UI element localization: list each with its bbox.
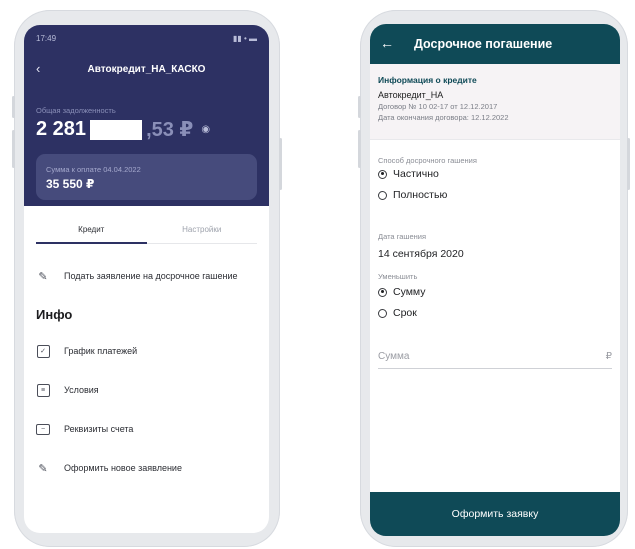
loan-tabs: Кредит Настройки <box>36 225 257 244</box>
menu-label: Оформить новое заявление <box>64 463 182 473</box>
radio-label: Сумму <box>393 286 426 298</box>
radio-selected-icon <box>378 287 387 297</box>
menu-label: График платежей <box>64 346 138 356</box>
submit-button[interactable]: Оформить заявку <box>370 492 620 536</box>
info-heading: Инфо <box>36 307 73 322</box>
redacted-block <box>90 119 143 140</box>
total-debt-label: Общая задолженность <box>36 106 116 115</box>
menu-item-account-details[interactable]: − Реквизиты счета <box>36 422 261 436</box>
card-icon: − <box>36 422 50 436</box>
contract-number: Договор № 10 02-17 от 12.12.2017 <box>378 102 498 111</box>
debt-main: 2 281 <box>36 118 87 140</box>
radio-reduce-amount[interactable]: Сумму <box>378 286 426 298</box>
calendar-check-icon: ✓ <box>36 344 50 358</box>
status-bar: 17:49 ▮▮ • ▬ <box>36 34 257 43</box>
payment-due-label: Сумма к оплате 04.04.2022 <box>46 165 141 174</box>
phone-side-button <box>12 130 15 168</box>
total-debt-amount: 2 281 ,53 ₽ ◉ <box>36 117 210 142</box>
debt-cents: ,53 ₽ <box>146 119 194 141</box>
credit-info-heading: Информация о кредите <box>378 75 477 85</box>
menu-item-terms[interactable]: ≡ Условия <box>36 383 261 397</box>
pencil-icon: ✎ <box>38 270 48 283</box>
credit-name: Автокредит_НА <box>378 90 444 100</box>
back-arrow-icon[interactable]: ← <box>380 35 394 51</box>
early-repayment-screen: ← Досрочное погашение Информация о креди… <box>370 24 620 536</box>
phone-side-button <box>627 138 630 190</box>
left-phone-frame: 17:49 ▮▮ • ▬ ‹ Автокредит_НА_КАСКО Общая… <box>12 10 282 547</box>
radio-partial[interactable]: Частично <box>378 168 439 180</box>
radio-selected-icon <box>378 169 387 179</box>
amount-input[interactable]: Сумма ₽ <box>378 344 612 369</box>
credit-info-block: Информация о кредите Автокредит_НА Догов… <box>370 64 620 140</box>
menu-label: Условия <box>64 385 99 395</box>
tab-credit[interactable]: Кредит <box>36 225 147 244</box>
amount-placeholder: Сумма <box>378 350 410 362</box>
loan-header: 17:49 ▮▮ • ▬ ‹ Автокредит_НА_КАСКО Общая… <box>24 25 269 206</box>
contract-end-date: Дата окончания договора: 12.12.2022 <box>378 113 509 122</box>
app-bar: ← Досрочное погашение <box>370 24 620 64</box>
radio-label: Частично <box>393 168 439 180</box>
payment-due-amount: 35 550 ₽ <box>46 177 95 191</box>
menu-item-new-application[interactable]: ✎ Оформить новое заявление <box>36 461 261 475</box>
apply-early-label: Подать заявление на досрочное гашение <box>64 271 238 281</box>
tab-settings[interactable]: Настройки <box>146 225 257 244</box>
phone-side-button <box>358 96 361 118</box>
menu-item-schedule[interactable]: ✓ График платежей <box>36 344 261 358</box>
reduce-label: Уменьшить <box>378 272 418 281</box>
loan-title: Автокредит_НА_КАСКО <box>87 64 206 75</box>
apply-early-repayment-item[interactable]: ✎ Подать заявление на досрочное гашение <box>36 269 261 283</box>
status-time: 17:49 <box>36 34 57 43</box>
right-phone-frame: ← Досрочное погашение Информация о креди… <box>358 10 630 547</box>
phone-side-button <box>279 138 282 190</box>
method-label: Способ досрочного гашения <box>378 156 477 165</box>
loan-details-screen: 17:49 ▮▮ • ▬ ‹ Автокредит_НА_КАСКО Общая… <box>24 25 269 533</box>
phone-side-button <box>12 96 15 118</box>
phone-side-button <box>358 130 361 168</box>
radio-label: Срок <box>393 307 417 319</box>
currency-icon: ₽ <box>605 350 612 362</box>
payment-due-card[interactable]: Сумма к оплате 04.04.2022 35 550 ₽ <box>36 154 257 200</box>
date-label: Дата гашения <box>378 232 427 241</box>
radio-unselected-icon <box>378 190 387 200</box>
radio-label: Полностью <box>393 189 448 201</box>
date-field[interactable]: 14 сентября 2020 <box>378 248 464 260</box>
screen-title: Досрочное погашение <box>414 37 553 51</box>
radio-reduce-term[interactable]: Срок <box>378 307 417 319</box>
menu-label: Реквизиты счета <box>64 424 134 434</box>
eye-icon[interactable]: ◉ <box>201 124 210 135</box>
radio-unselected-icon <box>378 308 387 318</box>
status-icons: ▮▮ • ▬ <box>232 34 257 43</box>
radio-full[interactable]: Полностью <box>378 189 447 201</box>
pencil-icon: ✎ <box>38 462 48 475</box>
document-icon: ≡ <box>36 383 50 397</box>
